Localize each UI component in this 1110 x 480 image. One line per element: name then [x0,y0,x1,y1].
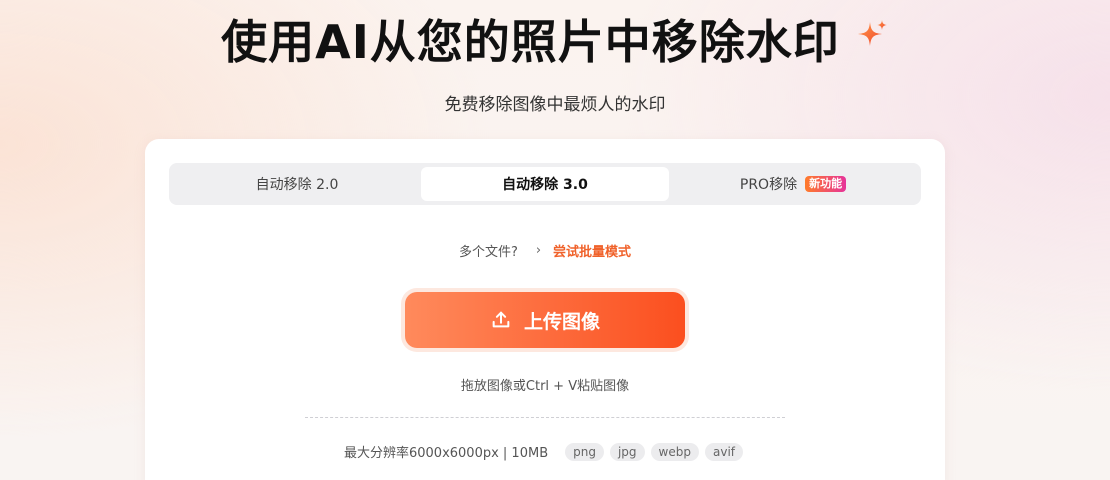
sparkle-icon [855,18,889,52]
upload-card: 自动移除 2.0 自动移除 3.0 PRO移除 新功能 多个文件? › 尝试批量… [145,139,945,480]
tab-auto-remove-2[interactable]: 自动移除 2.0 [173,167,421,201]
upload-button-label: 上传图像 [523,310,600,333]
batch-mode-link[interactable]: 尝试批量模式 [553,241,631,260]
drop-paste-hint: 拖放图像或Ctrl + V粘贴图像 [460,379,630,394]
format-tag-avif: avif [704,442,743,461]
dashed-divider [305,417,785,418]
hero-title-row: 使用AI从您的照片中移除水印 [0,6,1110,72]
format-tag-jpg: jpg [609,442,645,461]
upload-icon [492,311,510,328]
page-subtitle: 免费移除图像中最烦人的水印 [444,95,666,115]
max-resolution-text: 最大分辨率6000x6000px | 10MB [343,446,549,461]
tab-label: PRO移除 [739,177,798,193]
tab-label: 自动移除 2.0 [255,177,339,193]
format-tag-png: png [565,442,604,461]
batch-mode-row: 多个文件? › 尝试批量模式 [145,241,945,260]
mode-tabs: 自动移除 2.0 自动移除 3.0 PRO移除 新功能 [169,163,921,205]
chevron-right-icon: › [535,243,542,258]
new-feature-badge: 新功能 [805,176,847,192]
file-specs-row: 最大分辨率6000x6000px | 10MB png jpg webp avi… [145,442,945,461]
tab-pro-remove[interactable]: PRO移除 新功能 [669,167,917,201]
upload-image-button[interactable]: 上传图像 [405,292,685,348]
format-tag-webp: webp [650,442,699,461]
tab-label: 自动移除 3.0 [502,177,588,193]
page-title: 使用AI从您的照片中移除水印 [221,15,840,69]
multiple-files-question: 多个文件? [458,245,518,260]
upload-button-halo: 上传图像 [401,288,689,352]
tab-auto-remove-3[interactable]: 自动移除 3.0 [421,167,669,201]
